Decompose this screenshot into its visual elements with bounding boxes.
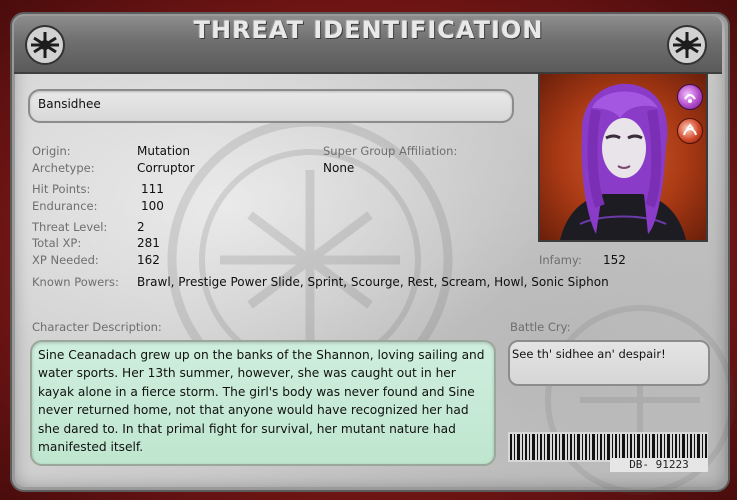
- archetype-value: Corruptor: [137, 161, 195, 175]
- super-group-label: Super Group Affiliation:: [323, 144, 458, 158]
- xp-needed-value: 162: [137, 253, 160, 267]
- barcode-id: DB- 91223: [610, 458, 708, 472]
- archetype-label: Archetype:: [32, 161, 95, 175]
- spider-emblem-icon: [667, 25, 707, 65]
- infamy-label: Infamy:: [539, 253, 582, 267]
- battle-cry-text: See th' sidhee an' despair!: [512, 347, 666, 361]
- total-xp-label: Total XP:: [32, 236, 82, 250]
- xp-needed-label: XP Needed:: [32, 253, 99, 267]
- endurance-label: Endurance:: [32, 199, 98, 213]
- spider-emblem-icon: [25, 25, 65, 65]
- origin-label: Origin:: [32, 144, 71, 158]
- threat-level-value: 2: [137, 220, 145, 234]
- hit-points-value: 111: [141, 182, 164, 196]
- known-powers-value: Brawl, Prestige Power Slide, Sprint, Sco…: [137, 275, 609, 289]
- hit-points-label: Hit Points:: [32, 182, 91, 196]
- battle-cry-label: Battle Cry:: [510, 320, 571, 334]
- infamy-value: 152: [603, 253, 626, 267]
- super-group-value: None: [323, 161, 355, 175]
- known-powers-label: Known Powers:: [32, 275, 119, 289]
- character-portrait: [538, 72, 708, 242]
- page-title: THREAT IDENTIFICATION: [193, 16, 544, 44]
- total-xp-value: 281: [137, 236, 160, 250]
- character-name: Bansidhee: [38, 97, 101, 111]
- corruptor-archetype-icon: [677, 118, 703, 144]
- mutation-origin-icon: [677, 84, 703, 110]
- character-name-field: [28, 89, 514, 123]
- threat-level-label: Threat Level:: [32, 220, 108, 234]
- character-description-label: Character Description:: [32, 320, 162, 334]
- endurance-value: 100: [141, 199, 164, 213]
- origin-value: Mutation: [137, 144, 191, 158]
- character-description-text: Sine Ceanadach grew up on the banks of t…: [38, 348, 485, 455]
